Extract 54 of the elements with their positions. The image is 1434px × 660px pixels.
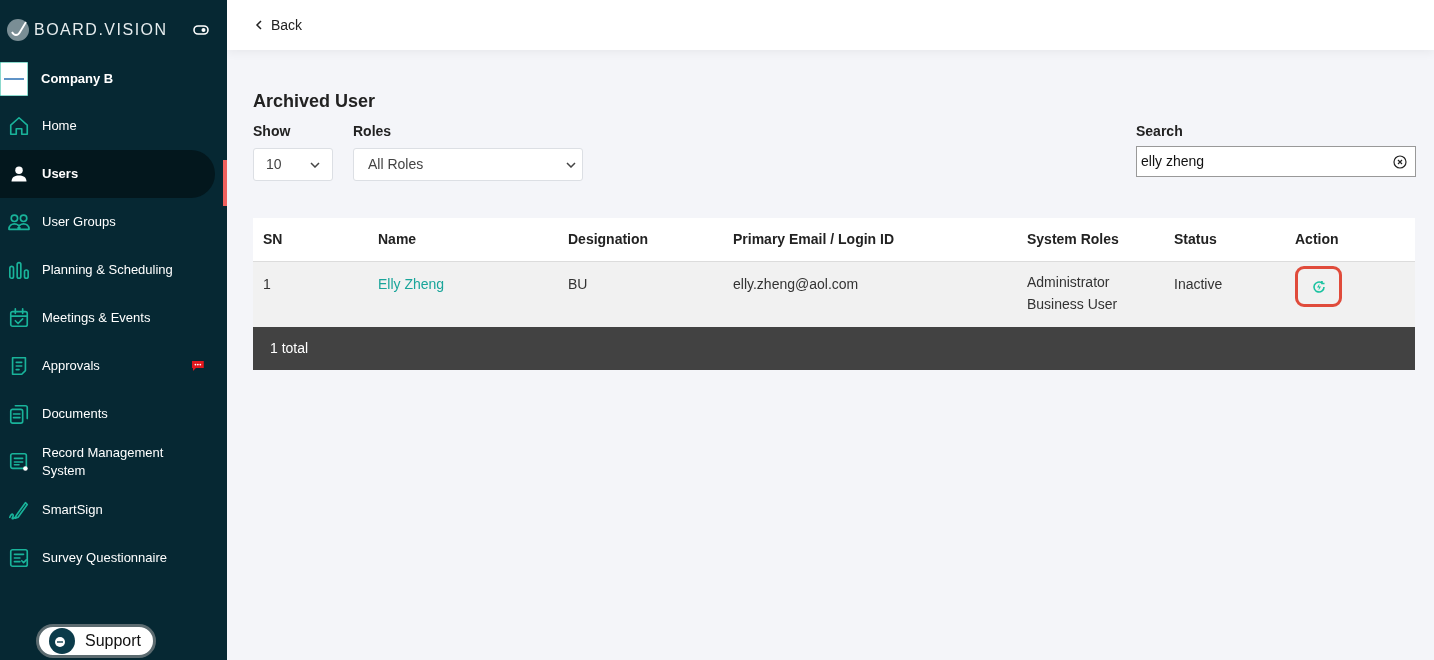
company-logo: [0, 62, 28, 96]
column-header: Primary Email / Login ID: [733, 230, 896, 249]
table-cell-text: 1: [263, 275, 272, 294]
nav-item[interactable]: Meetings & Events: [0, 294, 215, 342]
pen-icon: [8, 499, 30, 521]
show-label: Show: [253, 122, 292, 141]
toggle-icon[interactable]: [193, 25, 209, 35]
restore-button[interactable]: [1295, 266, 1342, 307]
roles-label: Roles: [353, 122, 393, 141]
column-header: Action: [1295, 230, 1340, 249]
company-name: Company B: [41, 70, 114, 89]
roles-select[interactable]: All Roles: [353, 148, 583, 181]
documents-icon: [8, 403, 30, 425]
search-field[interactable]: elly zheng: [1136, 146, 1416, 177]
nav-item[interactable]: Users: [0, 150, 215, 198]
nav-item[interactable]: Documents: [0, 390, 215, 438]
total-count: 1 total: [270, 339, 309, 358]
logo-icon: [6, 18, 30, 42]
home-icon: [8, 115, 30, 137]
role-text: Business User: [1027, 295, 1119, 314]
nav-item[interactable]: SmartSign: [0, 486, 215, 534]
back-link[interactable]: Back: [255, 14, 303, 36]
nav-item[interactable]: Approvals: [0, 342, 215, 390]
restore-icon: [1311, 279, 1326, 294]
table-cell-text: Inactive: [1174, 275, 1224, 294]
calendar-icon: [8, 307, 30, 329]
record-icon: [8, 451, 30, 473]
column-header: Designation: [568, 230, 650, 249]
column-header: System Roles: [1027, 230, 1120, 249]
nav-item[interactable]: Survey Questionnaire: [0, 534, 215, 582]
support-button[interactable]: Support: [36, 624, 157, 658]
chevron-left-icon: [255, 20, 263, 30]
group-icon: [8, 211, 30, 233]
bars-icon: [8, 259, 30, 281]
search-label: Search: [1136, 122, 1184, 141]
nav-item[interactable]: Planning & Scheduling: [0, 246, 215, 294]
chevron-down-icon: [566, 161, 576, 168]
column-header: Status: [1174, 230, 1218, 249]
scroll-marker: [223, 160, 227, 206]
nav-item[interactable]: Record Management System: [0, 438, 215, 486]
nav-item[interactable]: User Groups: [0, 198, 215, 246]
brand-name: BOARD.VISION: [34, 20, 168, 40]
table-cell-text: BU: [568, 275, 589, 294]
table-cell-text: elly.zheng@aol.com: [733, 275, 860, 294]
user-icon: [10, 165, 28, 183]
show-select[interactable]: 10: [253, 148, 333, 181]
role-text: Administrator: [1027, 273, 1111, 292]
column-header: Name: [378, 230, 418, 249]
nav-item[interactable]: Home: [0, 102, 215, 150]
checklist-icon: [8, 547, 30, 569]
column-header: SN: [263, 230, 284, 249]
chevron-down-icon: [310, 161, 320, 168]
clear-icon[interactable]: [1393, 154, 1407, 169]
page-title: Archived User: [253, 90, 377, 113]
